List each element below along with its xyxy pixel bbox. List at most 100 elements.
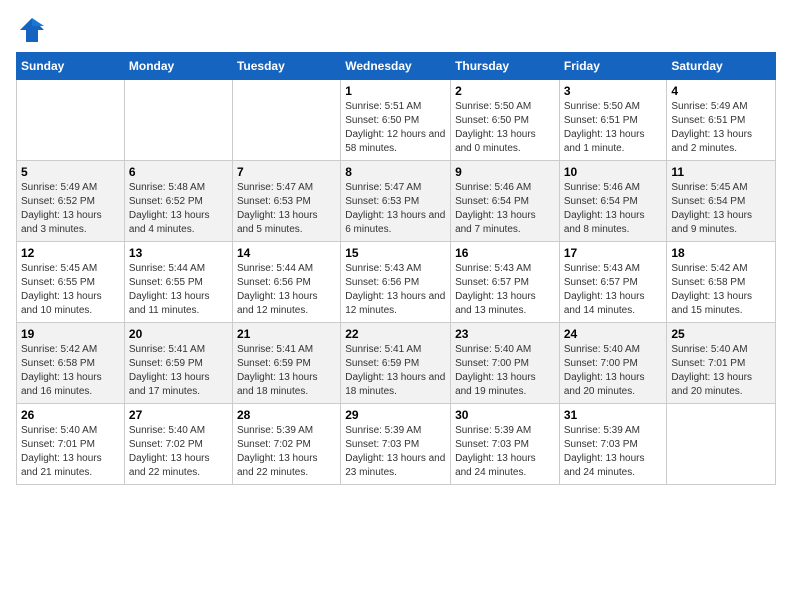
calendar-week-row: 19 Sunrise: 5:42 AMSunset: 6:58 PMDayligh… bbox=[17, 323, 776, 404]
day-info: Sunrise: 5:39 AMSunset: 7:02 PMDaylight:… bbox=[237, 424, 336, 480]
calendar-cell: 17 Sunrise: 5:43 AMSunset: 6:57 PMDayligh… bbox=[559, 242, 667, 323]
day-info: Sunrise: 5:49 AMSunset: 6:52 PMDaylight:… bbox=[21, 181, 120, 237]
day-number: 12 bbox=[21, 246, 120, 260]
page-header bbox=[16, 16, 776, 44]
calendar-cell: 26 Sunrise: 5:40 AMSunset: 7:01 PMDayligh… bbox=[17, 404, 125, 485]
weekday-header: Monday bbox=[124, 53, 232, 80]
day-info: Sunrise: 5:40 AMSunset: 7:01 PMDaylight:… bbox=[21, 424, 120, 480]
calendar-cell: 13Sunrise: 5:44 AMSunset: 6:55 PMDayligh… bbox=[124, 242, 232, 323]
calendar-cell bbox=[124, 80, 232, 161]
day-number: 4 bbox=[671, 84, 771, 98]
calendar-cell: 30 Sunrise: 5:39 AMSunset: 7:03 PMDayligh… bbox=[451, 404, 560, 485]
weekday-header: Saturday bbox=[667, 53, 776, 80]
day-number: 28 bbox=[237, 408, 336, 422]
calendar-cell: 1 Sunrise: 5:51 AMSunset: 6:50 PMDaylight… bbox=[341, 80, 451, 161]
calendar-week-row: 1 Sunrise: 5:51 AMSunset: 6:50 PMDaylight… bbox=[17, 80, 776, 161]
calendar-cell bbox=[232, 80, 340, 161]
calendar-week-row: 12 Sunrise: 5:45 AMSunset: 6:55 PMDayligh… bbox=[17, 242, 776, 323]
day-info: Sunrise: 5:41 AMSunset: 6:59 PMDaylight:… bbox=[345, 343, 446, 399]
calendar-cell: 6 Sunrise: 5:48 AMSunset: 6:52 PMDaylight… bbox=[124, 161, 232, 242]
day-number: 19 bbox=[21, 327, 120, 341]
day-info: Sunrise: 5:40 AMSunset: 7:00 PMDaylight:… bbox=[564, 343, 663, 399]
day-number: 26 bbox=[21, 408, 120, 422]
day-number: 16 bbox=[455, 246, 555, 260]
day-number: 8 bbox=[345, 165, 446, 179]
day-number: 27 bbox=[129, 408, 228, 422]
calendar-cell: 14 Sunrise: 5:44 AMSunset: 6:56 PMDayligh… bbox=[232, 242, 340, 323]
day-number: 25 bbox=[671, 327, 771, 341]
calendar-cell: 7 Sunrise: 5:47 AMSunset: 6:53 PMDaylight… bbox=[232, 161, 340, 242]
day-number: 1 bbox=[345, 84, 446, 98]
day-number: 10 bbox=[564, 165, 663, 179]
day-number: 18 bbox=[671, 246, 771, 260]
calendar-cell: 23 Sunrise: 5:40 AMSunset: 7:00 PMDayligh… bbox=[451, 323, 560, 404]
day-info: Sunrise: 5:50 AMSunset: 6:50 PMDaylight:… bbox=[455, 100, 555, 156]
day-number: 7 bbox=[237, 165, 336, 179]
day-number: 14 bbox=[237, 246, 336, 260]
calendar-cell: 25Sunrise: 5:40 AMSunset: 7:01 PMDayligh… bbox=[667, 323, 776, 404]
calendar-week-row: 26 Sunrise: 5:40 AMSunset: 7:01 PMDayligh… bbox=[17, 404, 776, 485]
day-info: Sunrise: 5:51 AMSunset: 6:50 PMDaylight:… bbox=[345, 100, 446, 156]
day-info: Sunrise: 5:47 AMSunset: 6:53 PMDaylight:… bbox=[345, 181, 446, 237]
calendar-cell: 22 Sunrise: 5:41 AMSunset: 6:59 PMDayligh… bbox=[341, 323, 451, 404]
day-info: Sunrise: 5:44 AMSunset: 6:56 PMDaylight:… bbox=[237, 262, 336, 318]
weekday-header: Wednesday bbox=[341, 53, 451, 80]
calendar-table: SundayMondayTuesdayWednesdayThursdayFrid… bbox=[16, 52, 776, 485]
logo bbox=[16, 16, 46, 44]
calendar-cell: 15 Sunrise: 5:43 AMSunset: 6:56 PMDayligh… bbox=[341, 242, 451, 323]
day-number: 17 bbox=[564, 246, 663, 260]
day-info: Sunrise: 5:48 AMSunset: 6:52 PMDaylight:… bbox=[129, 181, 228, 237]
calendar-cell: 3Sunrise: 5:50 AMSunset: 6:51 PMDaylight… bbox=[559, 80, 667, 161]
calendar-cell: 12 Sunrise: 5:45 AMSunset: 6:55 PMDayligh… bbox=[17, 242, 125, 323]
weekday-header: Friday bbox=[559, 53, 667, 80]
weekday-header: Tuesday bbox=[232, 53, 340, 80]
day-info: Sunrise: 5:47 AMSunset: 6:53 PMDaylight:… bbox=[237, 181, 336, 237]
day-number: 5 bbox=[21, 165, 120, 179]
day-info: Sunrise: 5:41 AMSunset: 6:59 PMDaylight:… bbox=[237, 343, 336, 399]
day-number: 6 bbox=[129, 165, 228, 179]
weekday-header: Sunday bbox=[17, 53, 125, 80]
day-number: 30 bbox=[455, 408, 555, 422]
day-info: Sunrise: 5:45 AMSunset: 6:54 PMDaylight:… bbox=[671, 181, 771, 237]
calendar-cell: 19 Sunrise: 5:42 AMSunset: 6:58 PMDayligh… bbox=[17, 323, 125, 404]
weekday-header: Thursday bbox=[451, 53, 560, 80]
calendar-cell: 16Sunrise: 5:43 AMSunset: 6:57 PMDayligh… bbox=[451, 242, 560, 323]
day-info: Sunrise: 5:45 AMSunset: 6:55 PMDaylight:… bbox=[21, 262, 120, 318]
calendar-cell: 28 Sunrise: 5:39 AMSunset: 7:02 PMDayligh… bbox=[232, 404, 340, 485]
day-number: 15 bbox=[345, 246, 446, 260]
day-info: Sunrise: 5:49 AMSunset: 6:51 PMDaylight:… bbox=[671, 100, 771, 156]
day-number: 31 bbox=[564, 408, 663, 422]
calendar-cell: 10 Sunrise: 5:46 AMSunset: 6:54 PMDayligh… bbox=[559, 161, 667, 242]
day-number: 22 bbox=[345, 327, 446, 341]
day-info: Sunrise: 5:43 AMSunset: 6:57 PMDaylight:… bbox=[564, 262, 663, 318]
day-number: 21 bbox=[237, 327, 336, 341]
day-info: Sunrise: 5:39 AMSunset: 7:03 PMDaylight:… bbox=[345, 424, 446, 480]
calendar-cell: 8 Sunrise: 5:47 AMSunset: 6:53 PMDaylight… bbox=[341, 161, 451, 242]
calendar-cell bbox=[17, 80, 125, 161]
calendar-cell: 20 Sunrise: 5:41 AMSunset: 6:59 PMDayligh… bbox=[124, 323, 232, 404]
day-info: Sunrise: 5:42 AMSunset: 6:58 PMDaylight:… bbox=[21, 343, 120, 399]
logo-icon bbox=[18, 16, 46, 44]
day-number: 13 bbox=[129, 246, 228, 260]
day-info: Sunrise: 5:39 AMSunset: 7:03 PMDaylight:… bbox=[455, 424, 555, 480]
day-number: 29 bbox=[345, 408, 446, 422]
day-number: 20 bbox=[129, 327, 228, 341]
day-info: Sunrise: 5:40 AMSunset: 7:02 PMDaylight:… bbox=[129, 424, 228, 480]
day-number: 2 bbox=[455, 84, 555, 98]
calendar-cell: 18 Sunrise: 5:42 AMSunset: 6:58 PMDayligh… bbox=[667, 242, 776, 323]
calendar-cell: 31 Sunrise: 5:39 AMSunset: 7:03 PMDayligh… bbox=[559, 404, 667, 485]
day-info: Sunrise: 5:46 AMSunset: 6:54 PMDaylight:… bbox=[564, 181, 663, 237]
day-info: Sunrise: 5:41 AMSunset: 6:59 PMDaylight:… bbox=[129, 343, 228, 399]
calendar-cell: 5 Sunrise: 5:49 AMSunset: 6:52 PMDaylight… bbox=[17, 161, 125, 242]
day-number: 23 bbox=[455, 327, 555, 341]
calendar-cell: 4 Sunrise: 5:49 AMSunset: 6:51 PMDaylight… bbox=[667, 80, 776, 161]
calendar-cell: 2 Sunrise: 5:50 AMSunset: 6:50 PMDaylight… bbox=[451, 80, 560, 161]
calendar-cell: 29 Sunrise: 5:39 AMSunset: 7:03 PMDayligh… bbox=[341, 404, 451, 485]
day-info: Sunrise: 5:40 AMSunset: 7:00 PMDaylight:… bbox=[455, 343, 555, 399]
day-info: Sunrise: 5:43 AMSunset: 6:56 PMDaylight:… bbox=[345, 262, 446, 318]
day-info: Sunrise: 5:42 AMSunset: 6:58 PMDaylight:… bbox=[671, 262, 771, 318]
day-info: Sunrise: 5:39 AMSunset: 7:03 PMDaylight:… bbox=[564, 424, 663, 480]
day-info: Sunrise: 5:50 AMSunset: 6:51 PMDaylight:… bbox=[564, 100, 663, 156]
calendar-cell: 11Sunrise: 5:45 AMSunset: 6:54 PMDayligh… bbox=[667, 161, 776, 242]
calendar-cell: 9Sunrise: 5:46 AMSunset: 6:54 PMDaylight… bbox=[451, 161, 560, 242]
